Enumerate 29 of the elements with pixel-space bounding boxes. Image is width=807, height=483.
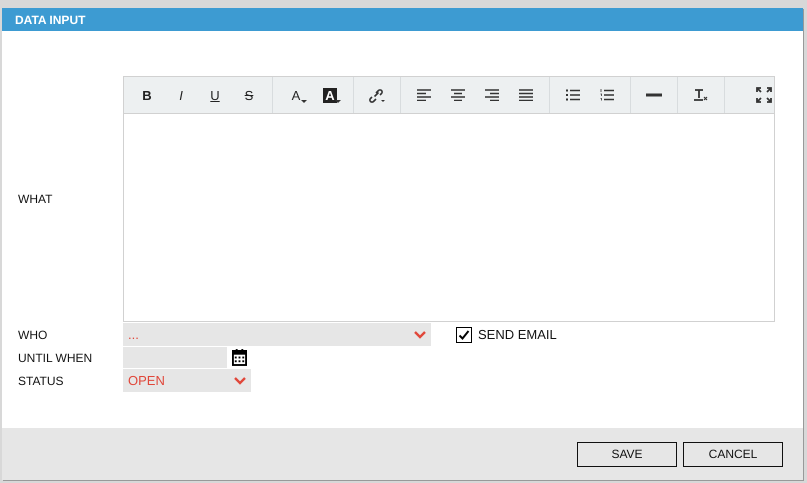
chevron-down-icon [234,376,246,384]
strikethrough-button[interactable]: S [232,81,266,109]
field-label: WHO [18,328,48,342]
bulleted-list-icon [566,89,580,101]
field-label: UNTIL WHEN [18,350,94,364]
link-icon [368,87,386,103]
rich-text-editor[interactable]: B I U S A A [123,76,775,322]
underline-button[interactable]: U [198,81,232,109]
align-center-icon [451,89,465,101]
cancel-button[interactable]: CANCEL [683,442,783,466]
checkbox[interactable] [456,326,472,342]
clear-format-icon [694,88,708,102]
checkbox-label: SEND EMAIL [478,327,557,342]
field-label: STATUS [18,374,65,388]
numbered-list-icon [600,89,614,101]
maximize-icon [756,87,772,103]
chevron-down-icon [414,330,426,338]
italic-button[interactable]: I [164,81,198,109]
bold-button[interactable]: B [130,81,164,109]
background-color-button[interactable]: A [313,81,347,109]
save-button[interactable]: SAVE [577,442,677,466]
justify-icon [519,89,533,101]
date-field[interactable] [123,347,227,368]
align-left-icon [417,89,431,101]
dialog-title: DATA INPUT [15,12,86,26]
calendar-icon[interactable] [232,349,247,366]
text-color-button[interactable]: A [279,81,313,109]
field-label: WHAT [18,192,54,206]
align-right-icon [485,89,499,101]
